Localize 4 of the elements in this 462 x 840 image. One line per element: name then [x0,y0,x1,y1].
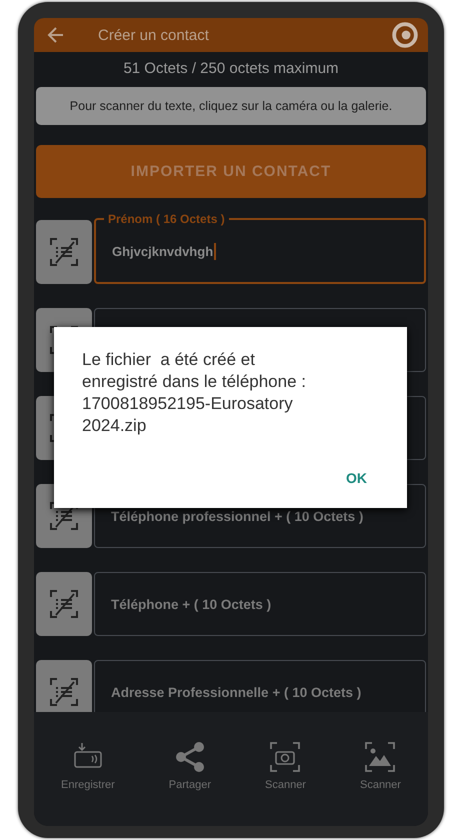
byte-counter: 51 Octets / 250 octets maximum [122,59,340,79]
dialog-message: Le fichier a été créé et enregistré dans le téléphone : 1700818952195-Eurosatory 2024.zip [82,349,307,438]
app-bar-title: Créer un contact [98,26,210,44]
hint-text: Pour scanner du texte, cliquez sur la caméra ou la galerie. [36,87,426,125]
